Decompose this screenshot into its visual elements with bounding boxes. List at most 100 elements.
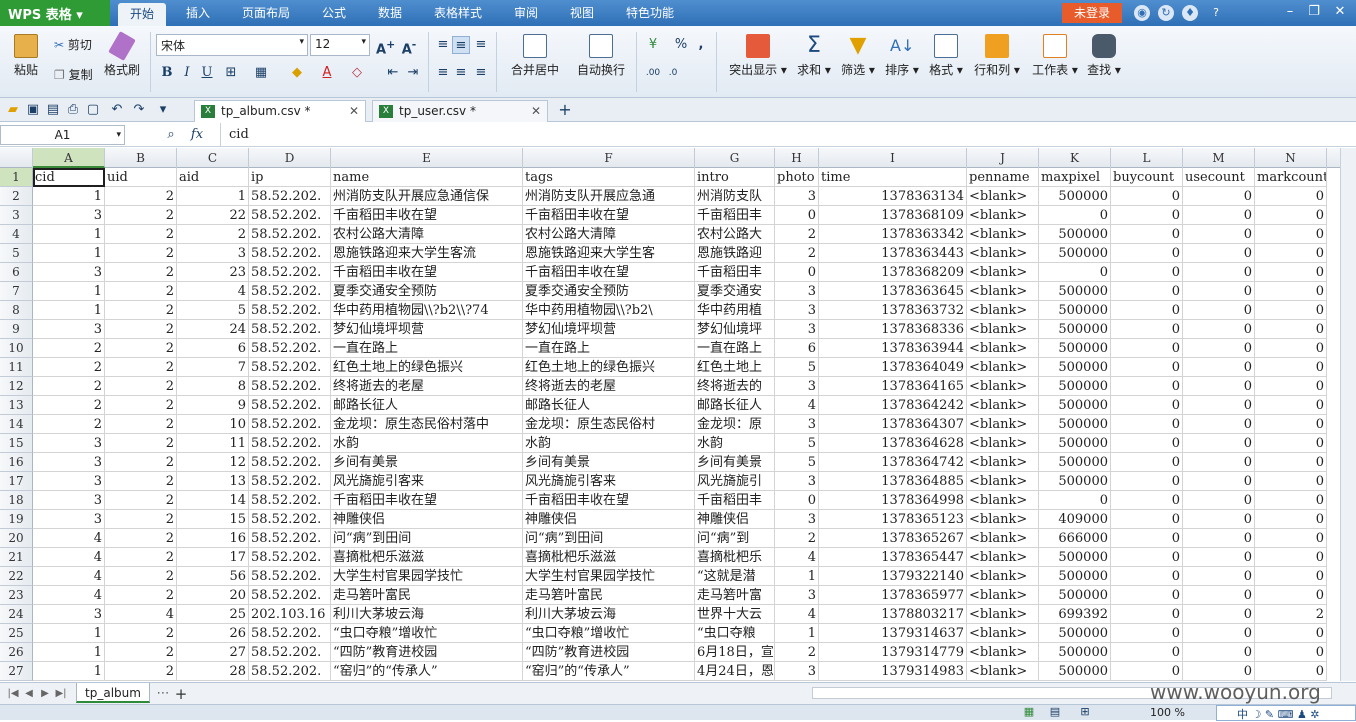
- table-cell[interactable]: 2: [105, 529, 177, 548]
- row-header[interactable]: 16: [0, 453, 33, 472]
- copy-button[interactable]: ❐ 复制: [54, 66, 93, 83]
- table-cell[interactable]: 0: [1255, 472, 1327, 491]
- header-cell[interactable]: markcount: [1255, 168, 1327, 187]
- table-cell[interactable]: 58.52.202.: [249, 301, 331, 320]
- table-cell[interactable]: 0: [1111, 206, 1183, 225]
- header-cell[interactable]: tags: [523, 168, 695, 187]
- column-header[interactable]: N: [1255, 148, 1327, 168]
- table-cell[interactable]: 2: [105, 567, 177, 586]
- table-cell[interactable]: “窑归”的“传承人”: [331, 662, 523, 681]
- table-cell[interactable]: 500000: [1039, 187, 1111, 206]
- table-cell[interactable]: 2: [105, 301, 177, 320]
- table-cell[interactable]: 红色土地上的绿色振兴: [331, 358, 523, 377]
- table-cell[interactable]: 0: [1111, 396, 1183, 415]
- table-cell[interactable]: 1378365267: [819, 529, 967, 548]
- table-cell[interactable]: 1378364307: [819, 415, 967, 434]
- align-top-icon[interactable]: ≡: [434, 36, 452, 54]
- table-cell[interactable]: 0: [1183, 396, 1255, 415]
- row-header[interactable]: 18: [0, 491, 33, 510]
- table-cell[interactable]: 58.52.202.: [249, 339, 331, 358]
- font-size-select[interactable]: 12 ▾: [310, 34, 370, 56]
- tab-page-layout[interactable]: 页面布局: [232, 0, 300, 26]
- undo-icon[interactable]: ↶: [108, 101, 126, 119]
- table-cell[interactable]: 0: [1183, 301, 1255, 320]
- table-cell[interactable]: 0: [1183, 320, 1255, 339]
- table-cell[interactable]: 500000: [1039, 548, 1111, 567]
- table-cell[interactable]: 水韵: [331, 434, 523, 453]
- table-cell[interactable]: 10: [177, 415, 249, 434]
- table-cell[interactable]: 58.52.202.: [249, 282, 331, 301]
- table-cell[interactable]: 6: [177, 339, 249, 358]
- table-cell[interactable]: 0: [1255, 225, 1327, 244]
- table-cell[interactable]: 0: [1255, 529, 1327, 548]
- table-cell[interactable]: 409000: [1039, 510, 1111, 529]
- table-cell[interactable]: 神雕侠侣: [523, 510, 695, 529]
- table-cell[interactable]: 58.52.202.: [249, 396, 331, 415]
- column-header[interactable]: J: [967, 148, 1039, 168]
- table-cell[interactable]: 0: [1111, 529, 1183, 548]
- row-header[interactable]: 9: [0, 320, 33, 339]
- table-cell[interactable]: 0: [1255, 187, 1327, 206]
- table-cell[interactable]: 500000: [1039, 339, 1111, 358]
- table-cell[interactable]: 2: [33, 415, 105, 434]
- table-cell[interactable]: 千亩稻田丰收在望: [523, 263, 695, 282]
- name-box[interactable]: A1 ▾: [0, 125, 125, 145]
- table-cell[interactable]: “四防”教育进校园: [523, 643, 695, 662]
- table-cell[interactable]: 0: [1111, 339, 1183, 358]
- table-cell[interactable]: <blank>: [967, 643, 1039, 662]
- table-cell[interactable]: 1378365447: [819, 548, 967, 567]
- table-cell[interactable]: 3: [775, 301, 819, 320]
- table-cell[interactable]: 0: [1183, 567, 1255, 586]
- row-header[interactable]: 6: [0, 263, 33, 282]
- cell-style-icon[interactable]: ▦: [252, 64, 270, 82]
- table-cell[interactable]: 1: [33, 643, 105, 662]
- table-cell[interactable]: 2: [105, 548, 177, 567]
- table-cell[interactable]: <blank>: [967, 472, 1039, 491]
- table-cell[interactable]: 0: [1255, 662, 1327, 681]
- table-cell[interactable]: 0: [1039, 263, 1111, 282]
- table-cell[interactable]: 699392: [1039, 605, 1111, 624]
- table-cell[interactable]: 0: [1111, 453, 1183, 472]
- table-cell[interactable]: 2: [177, 225, 249, 244]
- table-cell[interactable]: 3: [33, 510, 105, 529]
- table-cell[interactable]: 喜摘枇杷乐滋滋: [523, 548, 695, 567]
- table-cell[interactable]: 58.52.202.: [249, 206, 331, 225]
- table-cell[interactable]: 500000: [1039, 282, 1111, 301]
- paste-button[interactable]: 粘贴: [8, 34, 44, 78]
- table-cell[interactable]: 0: [1183, 510, 1255, 529]
- save-icon[interactable]: ▣: [24, 101, 42, 119]
- table-cell[interactable]: 1378363342: [819, 225, 967, 244]
- normal-view-icon[interactable]: ▦: [1020, 703, 1038, 721]
- column-header[interactable]: A: [33, 148, 105, 168]
- table-cell[interactable]: 1379314983: [819, 662, 967, 681]
- zoom-level[interactable]: 100 %: [1150, 706, 1185, 719]
- table-cell[interactable]: 58.52.202.: [249, 548, 331, 567]
- table-cell[interactable]: 问“病”到田间: [523, 529, 695, 548]
- table-cell[interactable]: 0: [1183, 244, 1255, 263]
- table-cell[interactable]: 州消防支队开展应急通: [523, 187, 695, 206]
- table-cell[interactable]: 3: [775, 662, 819, 681]
- table-cell[interactable]: 2: [105, 244, 177, 263]
- table-cell[interactable]: “虫口夺粮”增收忙: [331, 624, 523, 643]
- table-cell[interactable]: 恩施铁路迎来大学生客流: [331, 244, 523, 263]
- table-cell[interactable]: 500000: [1039, 662, 1111, 681]
- table-cell[interactable]: 2: [105, 510, 177, 529]
- table-cell[interactable]: 500000: [1039, 320, 1111, 339]
- column-header[interactable]: B: [105, 148, 177, 168]
- table-cell[interactable]: 7: [177, 358, 249, 377]
- new-tab-icon[interactable]: +: [556, 101, 574, 119]
- table-cell[interactable]: 0: [1183, 662, 1255, 681]
- select-all-corner[interactable]: [0, 148, 33, 168]
- header-cell[interactable]: aid: [177, 168, 249, 187]
- table-cell[interactable]: 1378368109: [819, 206, 967, 225]
- column-header[interactable]: M: [1183, 148, 1255, 168]
- table-cell[interactable]: 0: [1111, 567, 1183, 586]
- table-cell[interactable]: 6: [775, 339, 819, 358]
- row-header[interactable]: 2: [0, 187, 33, 206]
- table-cell[interactable]: 0: [1183, 453, 1255, 472]
- table-cell[interactable]: 3: [33, 453, 105, 472]
- table-cell[interactable]: 0: [1111, 225, 1183, 244]
- table-cell[interactable]: 2: [775, 529, 819, 548]
- tab-data[interactable]: 数据: [366, 0, 414, 26]
- table-cell[interactable]: 0: [1183, 624, 1255, 643]
